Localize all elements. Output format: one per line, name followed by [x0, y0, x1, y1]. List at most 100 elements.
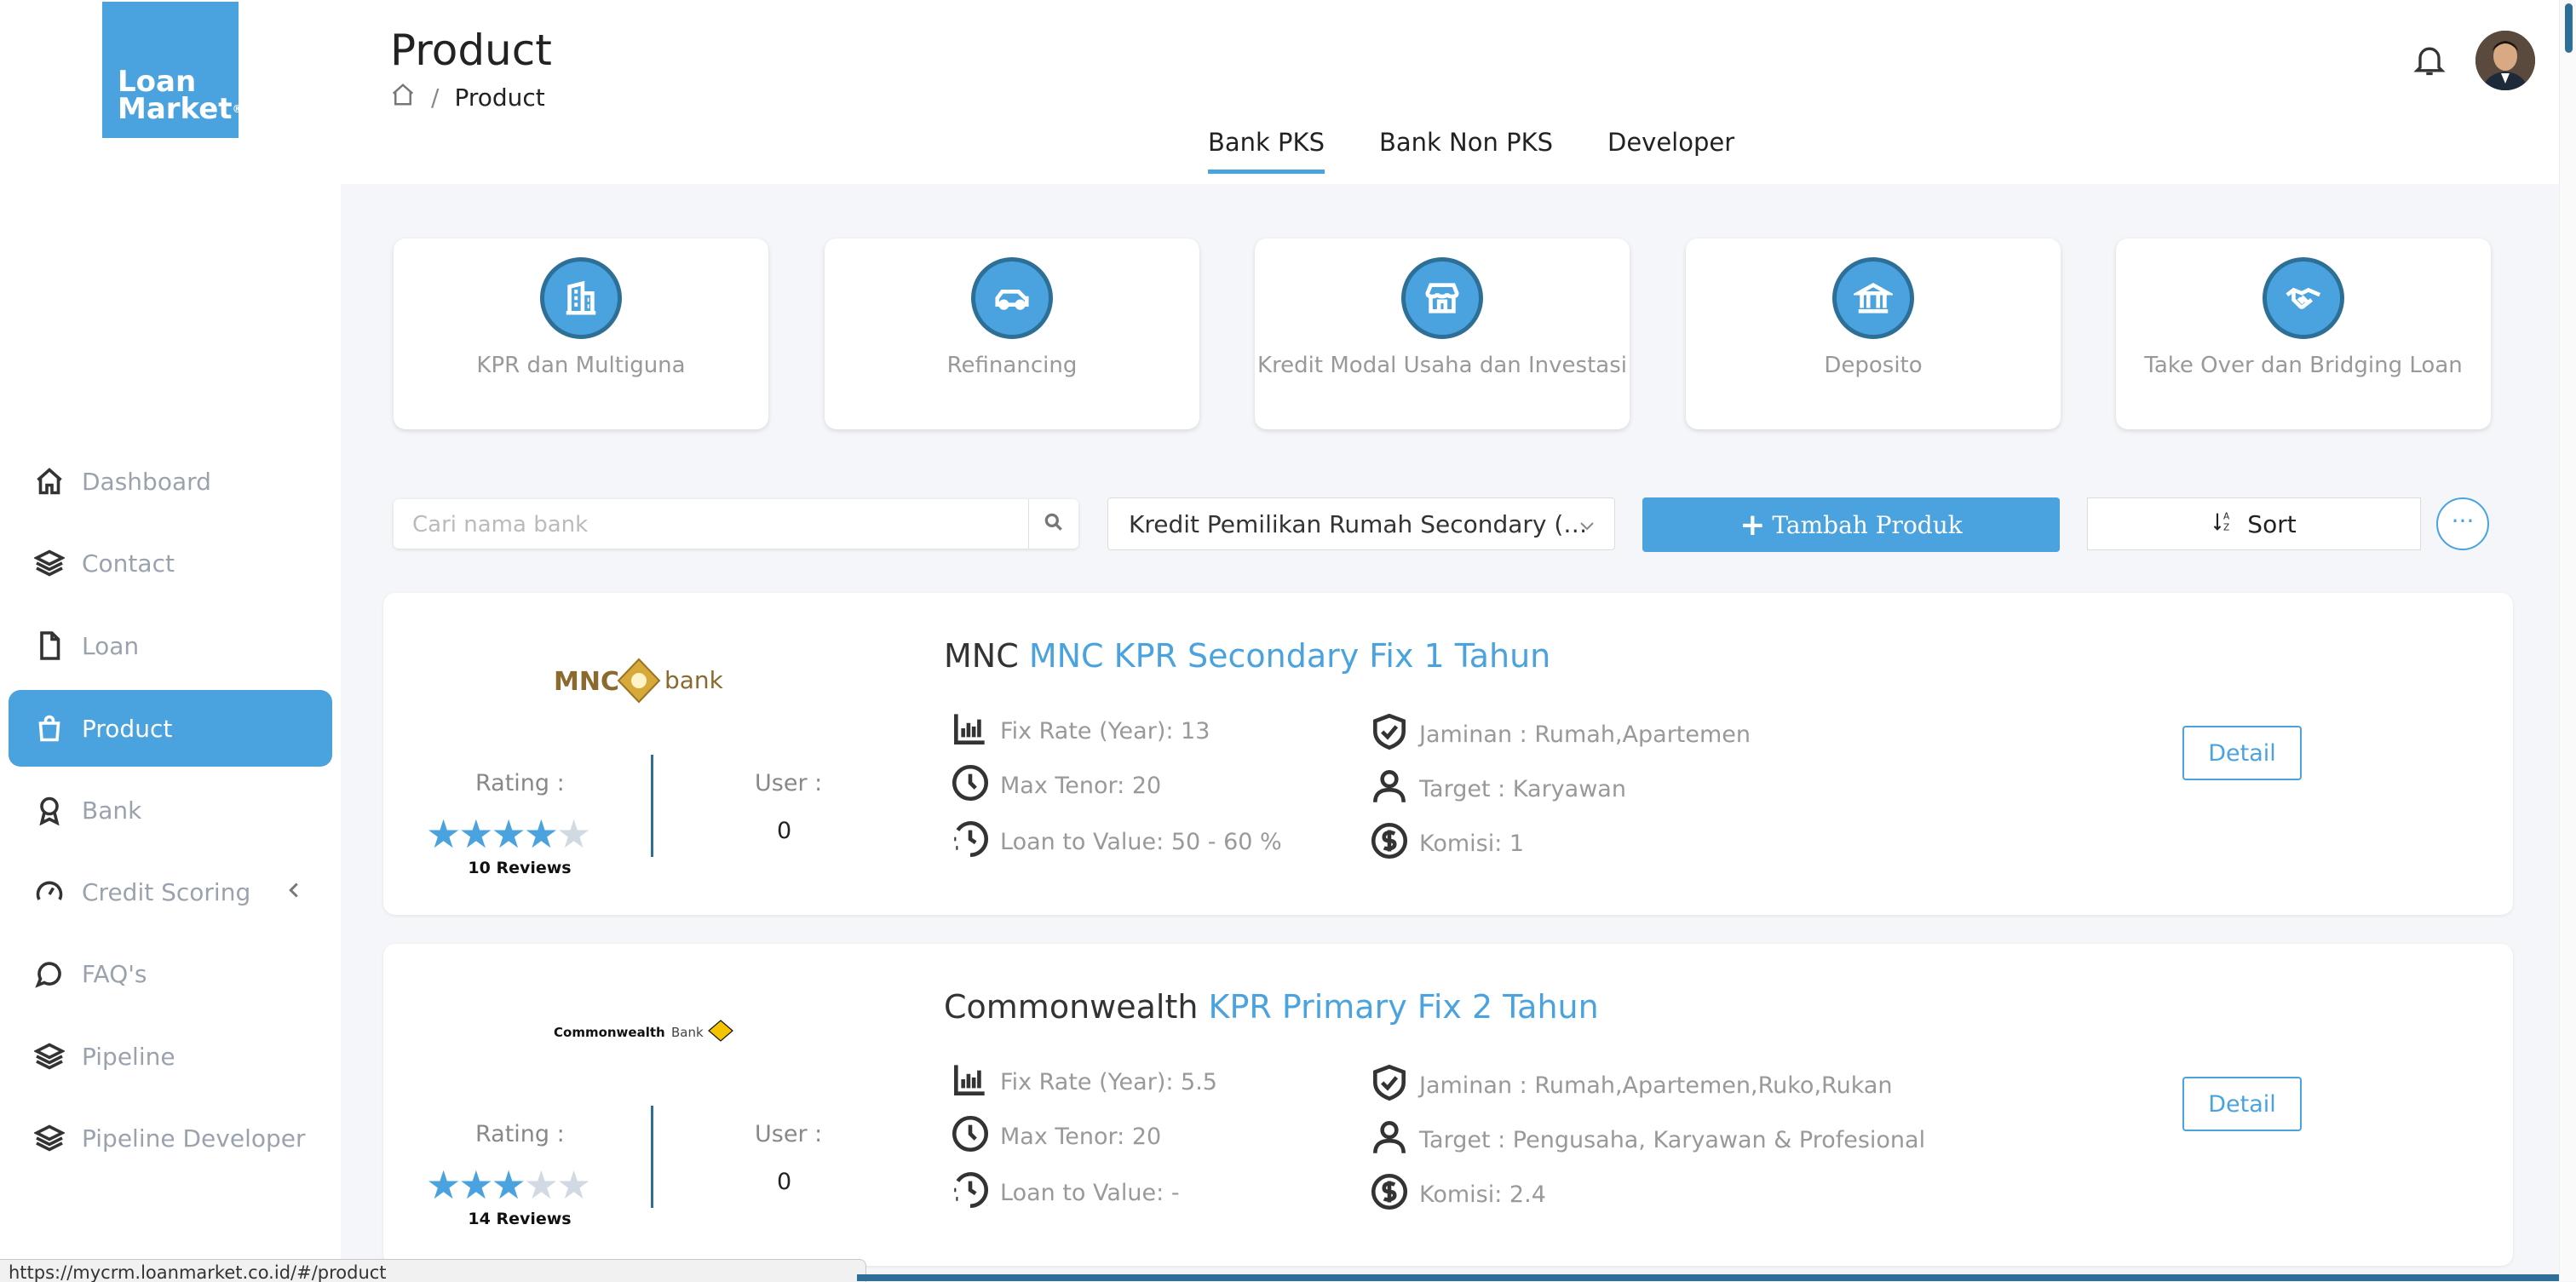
product-title: Commonwealth KPR Primary Fix 2 Tahun: [944, 988, 1599, 1026]
layers-icon: [32, 1041, 66, 1072]
rating-label: Rating :: [475, 1121, 565, 1147]
scrollbar[interactable]: [2559, 0, 2576, 1281]
search-icon: [1043, 511, 1065, 537]
sidebar-item-label: Contact: [82, 549, 175, 578]
loan-to-value: Loan to Value: 50 - 60 %: [949, 818, 1282, 866]
product-name[interactable]: MNC KPR Secondary Fix 1 Tahun: [1029, 637, 1550, 675]
sidebar-item-label: Bank: [82, 796, 142, 825]
category-label: Take Over dan Bridging Loan: [2144, 353, 2463, 378]
product-card: Commonwealth Bank Rating : ★★★★★ 14 Revi…: [383, 944, 2513, 1266]
search-input[interactable]: [411, 499, 993, 550]
star-icon: ★: [556, 1162, 591, 1208]
max-tenor: Max Tenor: 20: [949, 1112, 1161, 1161]
building-icon: [540, 257, 622, 339]
add-product-label: Tambah Produk: [1772, 510, 1963, 539]
bank-icon: [1832, 257, 1914, 339]
svg-text:A: A: [2223, 511, 2230, 521]
svg-text:MNC: MNC: [554, 667, 619, 697]
bell-icon[interactable]: [2411, 41, 2448, 78]
target: Target : Karyawan: [1368, 765, 1626, 813]
loan-to-value: Loan to Value: -: [949, 1169, 1180, 1217]
store-icon: [1401, 257, 1483, 339]
star-icon: ★: [458, 811, 493, 857]
sidebar-item-pipeline[interactable]: Pipeline: [9, 1018, 332, 1095]
scrollbar-thumb[interactable]: [2565, 3, 2573, 53]
category-kredit-modal-usaha[interactable]: Kredit Modal Usaha dan Investasi: [1255, 239, 1630, 429]
sort-button[interactable]: AZ Sort: [2087, 497, 2421, 550]
history-icon: [949, 818, 1000, 866]
star-icon: ★: [556, 811, 591, 857]
bar-chart-icon: [949, 1058, 1000, 1107]
home-icon: [34, 466, 65, 497]
sidebar-item-credit-scoring[interactable]: Credit Scoring: [9, 854, 332, 930]
sidebar-item-loan[interactable]: Loan: [9, 607, 332, 684]
tab-bar: Bank PKS Bank Non PKS Developer: [1208, 128, 1789, 174]
header: Product / Product Bank PKS Bank Non PKS …: [341, 0, 2559, 184]
sidebar-item-label: Product: [82, 714, 173, 743]
layers-icon: [32, 1123, 66, 1153]
sidebar-item-label: Pipeline Developer: [82, 1124, 306, 1153]
star-icon: ★: [426, 811, 461, 857]
category-label: Deposito: [1824, 353, 1923, 378]
sidebar-item-faqs[interactable]: FAQ's: [9, 935, 332, 1012]
bar-chart-icon: [949, 707, 1000, 756]
tab-bank-non-pks[interactable]: Bank Non PKS: [1379, 128, 1553, 174]
sidebar-item-contact[interactable]: Contact: [9, 525, 332, 601]
tab-developer[interactable]: Developer: [1607, 128, 1734, 174]
komisi: Komisi: 1: [1368, 819, 1524, 868]
loan-market-logo[interactable]: Loan Market®: [102, 2, 243, 138]
mnc-bank-logo: MNC bank: [554, 651, 741, 710]
avatar[interactable]: [2475, 31, 2535, 90]
chevron-down-icon: [1577, 514, 1597, 534]
sidebar-item-product[interactable]: Product: [9, 690, 332, 767]
user-label: User :: [755, 1121, 823, 1147]
category-take-over-bridging[interactable]: Take Over dan Bridging Loan: [2116, 239, 2491, 429]
fix-rate: Fix Rate (Year): 13: [949, 707, 1210, 756]
category-deposito[interactable]: Deposito: [1686, 239, 2061, 429]
sidebar-item-label: Loan: [82, 631, 140, 660]
sidebar-item-pipeline-developer[interactable]: Pipeline Developer: [9, 1100, 332, 1176]
max-tenor: Max Tenor: 20: [949, 762, 1161, 810]
car-icon: [971, 257, 1053, 339]
product-bank: Commonwealth: [944, 988, 1199, 1026]
fix-rate: Fix Rate (Year): 5.5: [949, 1058, 1217, 1107]
clock-icon: [949, 1112, 1000, 1161]
more-options-button[interactable]: ···: [2436, 497, 2489, 550]
plus-icon: +: [1739, 507, 1766, 543]
home-icon[interactable]: [390, 82, 416, 113]
bank-search: [394, 499, 1078, 550]
svg-text:Z: Z: [2223, 522, 2229, 532]
svg-text:Commonwealth: Commonwealth: [554, 1025, 665, 1040]
status-url: https://mycrm.loanmarket.co.id/#/product: [0, 1259, 866, 1282]
shopping-bag-icon: [34, 713, 65, 744]
star-icon: ★: [523, 811, 559, 857]
product-title: MNC MNC KPR Secondary Fix 1 Tahun: [944, 637, 1550, 675]
breadcrumb-current: Product: [454, 83, 545, 112]
product-type-select[interactable]: Kredit Pemilikan Rumah Secondary (…: [1107, 497, 1615, 550]
sidebar-item-dashboard[interactable]: Dashboard: [9, 443, 332, 520]
rating-label: Rating :: [475, 770, 565, 796]
category-refinancing[interactable]: Refinancing: [825, 239, 1199, 429]
category-kpr-multiguna[interactable]: KPR dan Multiguna: [394, 239, 768, 429]
sidebar-item-label: Pipeline: [82, 1042, 175, 1071]
chat-icon: [34, 958, 65, 989]
star-icon: ★: [491, 1162, 526, 1208]
chevron-left-icon[interactable]: [281, 877, 307, 903]
svg-text:bank: bank: [664, 666, 724, 694]
sidebar-item-bank[interactable]: Bank: [9, 772, 332, 848]
user-icon: [1368, 765, 1419, 813]
search-button[interactable]: [1028, 499, 1078, 549]
add-product-button[interactable]: + Tambah Produk: [1642, 497, 2060, 552]
product-name[interactable]: KPR Primary Fix 2 Tahun: [1209, 988, 1599, 1026]
review-count: 14 Reviews: [468, 1210, 572, 1228]
product-bank: MNC: [944, 637, 1019, 675]
svg-text:Bank: Bank: [671, 1025, 704, 1040]
divider: [651, 755, 653, 857]
detail-button[interactable]: Detail: [2182, 1077, 2302, 1131]
tab-bank-pks[interactable]: Bank PKS: [1208, 128, 1325, 174]
star-icon: ★: [491, 811, 526, 857]
layers-icon: [32, 548, 66, 578]
detail-button[interactable]: Detail: [2182, 726, 2302, 780]
select-value: Kredit Pemilikan Rumah Secondary (…: [1129, 510, 1588, 538]
review-count: 10 Reviews: [468, 859, 572, 877]
